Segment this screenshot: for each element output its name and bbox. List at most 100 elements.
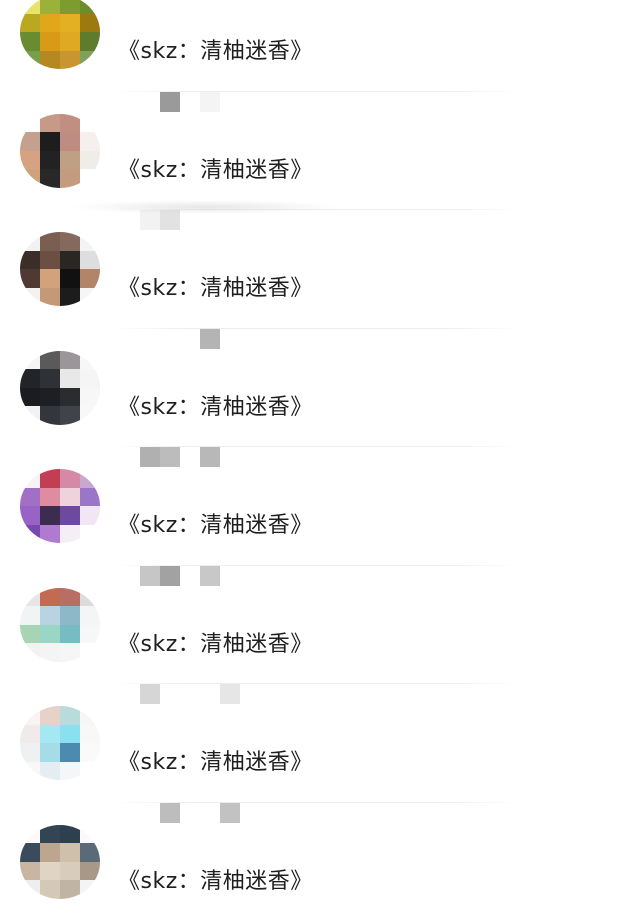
avatar-pixel bbox=[80, 643, 100, 662]
blurred-name bbox=[140, 684, 240, 704]
avatar-pixel bbox=[60, 643, 80, 662]
name-pixel bbox=[140, 684, 160, 704]
avatar-pixel bbox=[40, 388, 60, 407]
name-pixel bbox=[160, 803, 180, 823]
avatar-pixel bbox=[40, 725, 60, 744]
avatar-pixel bbox=[60, 51, 80, 70]
avatar-pixel bbox=[20, 151, 40, 170]
avatar-pixel bbox=[40, 288, 60, 307]
avatar-pixel bbox=[20, 880, 40, 899]
avatar-pixel bbox=[80, 469, 100, 488]
avatar-pixel bbox=[20, 825, 40, 844]
avatar-pixel bbox=[40, 743, 60, 762]
avatar-pixel bbox=[20, 762, 40, 781]
purple-art-avatar-icon[interactable] bbox=[20, 469, 100, 543]
avatar-pixel bbox=[80, 388, 100, 407]
avatar-pixel bbox=[60, 269, 80, 288]
avatar-pixel bbox=[80, 862, 100, 881]
avatar-pixel bbox=[80, 588, 100, 607]
black-outfit-avatar-icon[interactable] bbox=[20, 351, 100, 425]
avatar-pixel bbox=[40, 825, 60, 844]
avatar-pixel bbox=[40, 488, 60, 507]
conversation-row[interactable]: 《skz：清柚迷香》 bbox=[0, 447, 640, 566]
conversation-row[interactable]: 《skz：清柚迷香》 bbox=[0, 92, 640, 211]
avatar-pixel bbox=[60, 525, 80, 544]
blurred-name bbox=[200, 329, 220, 349]
avatar-pixel bbox=[80, 843, 100, 862]
avatar-pixel bbox=[40, 588, 60, 607]
avatar-pixel bbox=[20, 625, 40, 644]
avatar-pixel bbox=[80, 132, 100, 151]
message-preview: 《skz：清柚迷香》 bbox=[118, 626, 313, 658]
avatar-pixel bbox=[20, 351, 40, 370]
avatar-pixel bbox=[80, 743, 100, 762]
message-preview: 《skz：清柚迷香》 bbox=[118, 33, 313, 65]
avatar-pixel bbox=[20, 232, 40, 251]
avatar-pixel bbox=[60, 762, 80, 781]
avatar-pixel bbox=[40, 643, 60, 662]
avatar-pixel bbox=[80, 625, 100, 644]
avatar-image bbox=[20, 469, 100, 543]
avatar-pixel bbox=[40, 114, 60, 133]
avatar-pixel bbox=[40, 132, 60, 151]
avatar-pixel bbox=[40, 51, 60, 70]
conversation-row[interactable]: 《skz：清柚迷香》 bbox=[0, 0, 640, 92]
avatar-pixel bbox=[40, 169, 60, 188]
name-pixel bbox=[160, 92, 180, 112]
avatar-pixel bbox=[80, 525, 100, 544]
avatar-pixel bbox=[40, 32, 60, 51]
conversation-row[interactable]: 《skz：清柚迷香》 bbox=[0, 329, 640, 448]
message-preview: 《skz：清柚迷香》 bbox=[118, 270, 313, 302]
avatar-pixel bbox=[20, 506, 40, 525]
message-preview: 《skz：清柚迷香》 bbox=[118, 152, 313, 184]
conversation-row[interactable]: 《skz：清柚迷香》 bbox=[0, 684, 640, 803]
avatar-pixel bbox=[20, 606, 40, 625]
avatar-pixel bbox=[80, 288, 100, 307]
avatar-image bbox=[20, 825, 100, 899]
avatar-image bbox=[20, 232, 100, 306]
name-pixel bbox=[200, 92, 220, 112]
avatar-pixel bbox=[40, 232, 60, 251]
avatar-pixel bbox=[20, 369, 40, 388]
avatar-pixel bbox=[20, 32, 40, 51]
avatar-pixel bbox=[20, 706, 40, 725]
conversation-row[interactable]: 《skz：清柚迷香》 bbox=[0, 566, 640, 685]
avatar-pixel bbox=[60, 725, 80, 744]
person-photo-avatar-icon[interactable] bbox=[20, 114, 100, 188]
sunflower-avatar-icon[interactable] bbox=[20, 0, 100, 69]
name-pixel bbox=[220, 803, 240, 823]
avatar-pixel bbox=[60, 14, 80, 33]
avatar-pixel bbox=[80, 706, 100, 725]
avatar-pixel bbox=[80, 369, 100, 388]
avatar-pixel bbox=[40, 369, 60, 388]
avatar-pixel bbox=[60, 743, 80, 762]
blurred-name bbox=[160, 803, 240, 823]
avatar-image bbox=[20, 351, 100, 425]
avatar-pixel bbox=[60, 351, 80, 370]
blurred-name bbox=[140, 566, 220, 586]
avatar-pixel bbox=[20, 588, 40, 607]
avatar-pixel bbox=[40, 506, 60, 525]
blurred-name bbox=[140, 447, 220, 467]
avatar-pixel bbox=[20, 469, 40, 488]
avatar-pixel bbox=[60, 369, 80, 388]
avatar-pixel bbox=[80, 169, 100, 188]
dark-hair-avatar-icon[interactable] bbox=[20, 232, 100, 306]
avatar-pixel bbox=[60, 862, 80, 881]
avatar-pixel bbox=[20, 114, 40, 133]
avatar-pixel bbox=[20, 743, 40, 762]
avatar-pixel bbox=[80, 269, 100, 288]
conversation-row[interactable]: 《skz：清柚迷香》 bbox=[0, 210, 640, 329]
pastel-scene-avatar-icon[interactable] bbox=[20, 588, 100, 662]
light-blue-avatar-icon[interactable] bbox=[20, 706, 100, 780]
avatar-pixel bbox=[60, 151, 80, 170]
avatar-pixel bbox=[60, 0, 80, 14]
portrait-avatar-icon[interactable] bbox=[20, 825, 100, 899]
avatar-pixel bbox=[40, 606, 60, 625]
avatar-pixel bbox=[60, 288, 80, 307]
avatar-pixel bbox=[20, 843, 40, 862]
avatar-pixel bbox=[60, 588, 80, 607]
conversation-row[interactable]: 《skz：清柚迷香》 bbox=[0, 803, 640, 921]
avatar-pixel bbox=[40, 625, 60, 644]
name-pixel bbox=[200, 329, 220, 349]
